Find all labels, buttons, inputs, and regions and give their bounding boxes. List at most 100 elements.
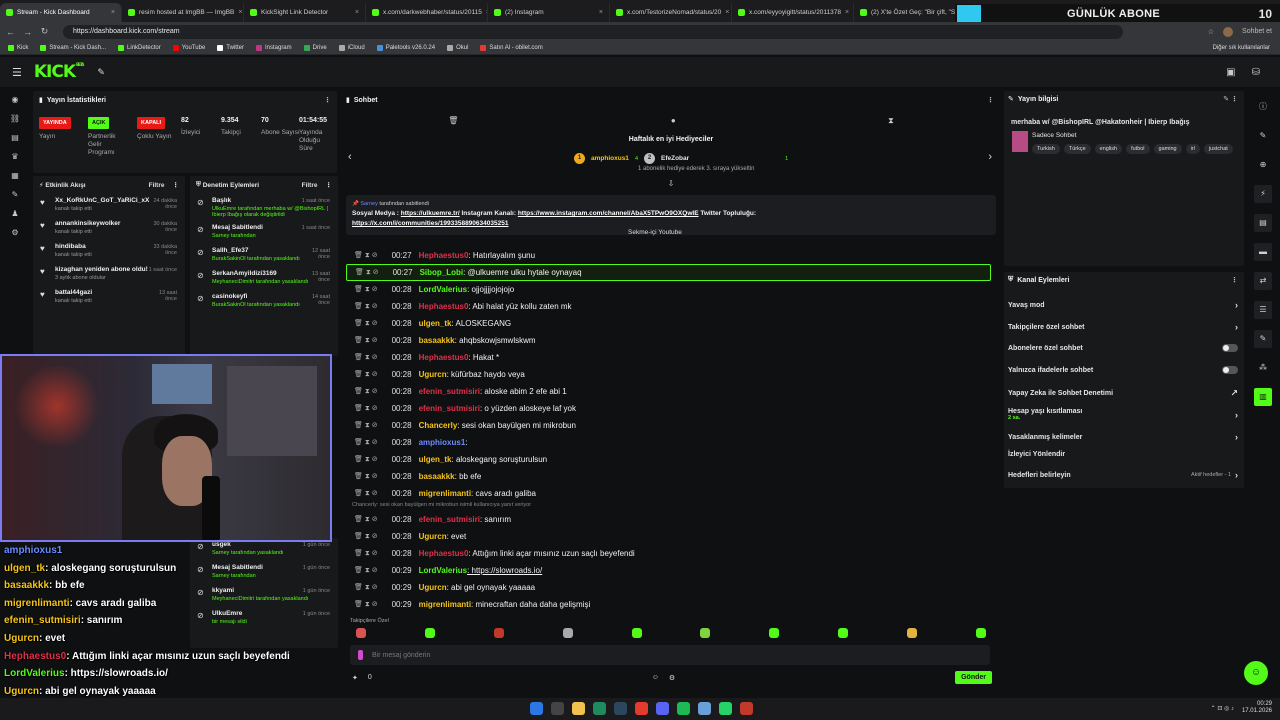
message-username[interactable]: Ugurcn (419, 370, 447, 379)
channel-action-item[interactable]: Yasaklanmış kelimeler › (1008, 432, 1238, 442)
channel-action-item[interactable]: Yapay Zeka ile Sohbet Denetimi ↗ (1008, 388, 1238, 399)
mod-tools-icon[interactable]: 🗑 ⧗ ⊘ (354, 600, 378, 609)
mod-tools-icon[interactable]: 🗑 ⧗ ⊘ (354, 285, 378, 294)
chat-message[interactable]: 🗑 ⧗ ⊘ 00:28 Ugurcn: evet (346, 528, 991, 545)
group-icon[interactable]: ⁂ (1254, 359, 1272, 377)
app-icon[interactable] (635, 702, 648, 715)
chat-message[interactable]: 🗑 ⧗ ⊘ 00:28 basaakkk: bb efe (346, 468, 991, 485)
message-text[interactable]: : https://slowroads.io/ (467, 566, 542, 575)
chat-message[interactable]: 🗑 ⧗ ⊘ 00:28 Hephaestus0: Abi halat yüz kol… (346, 298, 991, 315)
mod-tools-icon[interactable]: 🗑 ⧗ ⊘ (355, 268, 379, 277)
chat-message[interactable]: 🗑 ⧗ ⊘ 00:28 Chancerly: sesi okan bayülgen … (346, 417, 991, 434)
chat-message[interactable]: 🗑 ⧗ ⊘ 00:28 ulgen_tk: ALOSKEGANG (346, 315, 991, 332)
gift-icon[interactable]: ⛁ (1252, 67, 1260, 78)
message-username[interactable]: Chancerly (419, 421, 458, 430)
chat-message[interactable]: 🗑 ⧗ ⊘ 00:28 Hephaestus0: Attığım linki aça… (346, 545, 991, 562)
list-icon[interactable]: ☰ (1254, 301, 1272, 319)
browser-tab[interactable]: x.com/darkwebhaber/status/20115× (366, 3, 488, 22)
bookmark-item[interactable]: Twitter (217, 44, 244, 51)
more-icon[interactable]: ⋮ (324, 96, 331, 104)
bookmark-item[interactable]: Kick (8, 44, 28, 51)
chevron-right-icon[interactable]: › (1235, 300, 1238, 310)
stream-category[interactable]: Sadece Sohbet (1032, 132, 1076, 139)
message-username[interactable]: efenin_sutmisiri (419, 515, 480, 524)
message-username[interactable]: efenin_sutmisiri (419, 404, 480, 413)
mod-tools-icon[interactable]: 🗑 ⧗ ⊘ (354, 515, 378, 524)
app2-icon[interactable] (698, 702, 711, 715)
chat-message[interactable]: 🗑 ⧗ ⊘ 00:29 Ugurcn: abi gel oynayak yaaaaa (346, 579, 991, 596)
media-icon[interactable]: ▦ (11, 171, 19, 180)
tag-chip[interactable]: english (1094, 144, 1123, 154)
chat-message[interactable]: 🗑 ⧗ ⊘ 00:28 ulgen_tk: aloskegang soruşturu… (346, 451, 991, 468)
chevron-right-icon[interactable]: › (1235, 432, 1238, 442)
message-username[interactable]: Hephaestus0 (419, 353, 469, 362)
bookmark-item[interactable]: YouTube (172, 44, 205, 51)
chart-icon[interactable]: ▥ (1254, 388, 1272, 406)
hourglass-icon[interactable]: ⧗ (888, 116, 894, 126)
bubble-icon[interactable]: ● (671, 116, 676, 126)
close-icon[interactable]: × (111, 9, 115, 16)
chat-message[interactable]: 🗑 ⧗ ⊘ 00:28 efenin_sutmisiri: o yüzden alo… (346, 400, 991, 417)
message-username[interactable]: migrenlimanti (419, 489, 471, 498)
mod-tools-icon[interactable]: 🗑 ⧗ ⊘ (354, 404, 378, 413)
mod-tools-icon[interactable]: 🗑 ⧗ ⊘ (354, 251, 378, 260)
message-username[interactable]: Sibop_Lobi (420, 268, 464, 277)
tools-icon[interactable]: ✎ (12, 190, 19, 199)
points-icon[interactable]: ✦ (352, 674, 358, 682)
bookmark-item[interactable]: Stream - Kick Dash... (40, 44, 106, 51)
mod-tools-icon[interactable]: 🗑 ⧗ ⊘ (354, 566, 378, 575)
channel-action-item[interactable]: Takipçilere özel sohbet › (1008, 322, 1238, 332)
kick-logo[interactable]: KICKBETA (34, 62, 84, 82)
url-input[interactable]: https://dashboard.kick.com/stream (63, 24, 1123, 39)
browser-tab[interactable]: x.com/eyyoyigitt/status/2011378 × (732, 3, 854, 22)
mod-tools-icon[interactable]: 🗑 ⧗ ⊘ (354, 472, 378, 481)
app3-icon[interactable] (740, 702, 753, 715)
chevron-right-icon[interactable]: › (1235, 410, 1238, 420)
mod-tools-icon[interactable]: 🗑 ⧗ ⊘ (354, 549, 378, 558)
tag-chip[interactable]: gaming (1153, 144, 1182, 154)
emote-7[interactable] (769, 628, 780, 638)
message-username[interactable]: Ugurcn (419, 532, 447, 541)
message-username[interactable]: LordValerius (419, 285, 467, 294)
edit-icon[interactable]: ✎ ⋮ (1223, 95, 1238, 103)
wrench-icon[interactable]: ✎ (1254, 330, 1272, 348)
chevron-right-icon[interactable]: › (1235, 470, 1238, 480)
mod-tools-icon[interactable]: 🗑 ⧗ ⊘ (354, 336, 378, 345)
mod-tools-icon[interactable]: 🗑 ⧗ ⊘ (354, 370, 378, 379)
search-icon[interactable] (551, 702, 564, 715)
more-icon[interactable]: ⋮ (173, 181, 180, 189)
tag-chip[interactable]: futbol (1126, 144, 1150, 154)
forward-icon[interactable]: → (23, 27, 32, 37)
profile-label[interactable]: Sohbet et (1242, 28, 1272, 35)
other-bookmarks[interactable]: Diğer sık kullanılanlar (1213, 45, 1280, 51)
emote-3[interactable] (493, 628, 504, 638)
start-icon[interactable] (530, 702, 543, 715)
whatsapp-icon[interactable] (719, 702, 732, 715)
mod-tools-icon[interactable]: 🗑 ⧗ ⊘ (354, 489, 378, 498)
trash-icon[interactable]: 🗑 (448, 116, 458, 126)
chat-message[interactable]: 🗑 ⧗ ⊘ 00:29 LordValerius: https://slowroad… (346, 562, 991, 579)
emote-9[interactable] (907, 628, 917, 638)
message-username[interactable]: ulgen_tk (419, 319, 452, 328)
message-username[interactable]: amphioxus1 (419, 438, 466, 447)
gifter-1-name[interactable]: amphioxus1 (591, 155, 629, 162)
chat-message[interactable]: 🗑 ⧗ ⊘ 00:28 migrenlimanti: cavs aradı gali… (346, 485, 991, 502)
tag-chip[interactable]: irl (1185, 144, 1200, 154)
chevron-right-icon[interactable]: › (988, 151, 992, 163)
settings-icon[interactable]: ⚙ (669, 674, 675, 682)
mod-tools-icon[interactable]: 🗑 ⧗ ⊘ (354, 438, 378, 447)
chevron-left-icon[interactable]: ‹ (348, 151, 352, 163)
chat-message[interactable]: 🗑 ⧗ ⊘ 00:27 Sibop_Lobi: @ulkuemre ulku hyt… (346, 264, 991, 281)
bookmark-item[interactable]: iCloud (338, 44, 365, 51)
target-icon[interactable]: ⊕ (1254, 156, 1272, 174)
chat-icon[interactable]: ▬ (1254, 243, 1272, 261)
chat-icon[interactable]: ▤ (11, 133, 19, 142)
tag-chip[interactable]: Türkçe (1063, 144, 1091, 154)
pin-icon[interactable]: ✎ (97, 67, 105, 78)
chat-message[interactable]: 🗑 ⧗ ⊘ 00:28 Ugurcn: küfürbaz haydo veya (346, 366, 991, 383)
chat-message[interactable]: 🗑 ⧗ ⊘ 00:28 Hephaestus0: Hakat * (346, 349, 991, 366)
mod-tools-icon[interactable]: 🗑 ⧗ ⊘ (354, 455, 378, 464)
message-username[interactable]: Ugurcn (419, 583, 447, 592)
collapse-icon[interactable]: ⇩ (668, 179, 675, 188)
close-icon[interactable]: × (725, 9, 729, 16)
